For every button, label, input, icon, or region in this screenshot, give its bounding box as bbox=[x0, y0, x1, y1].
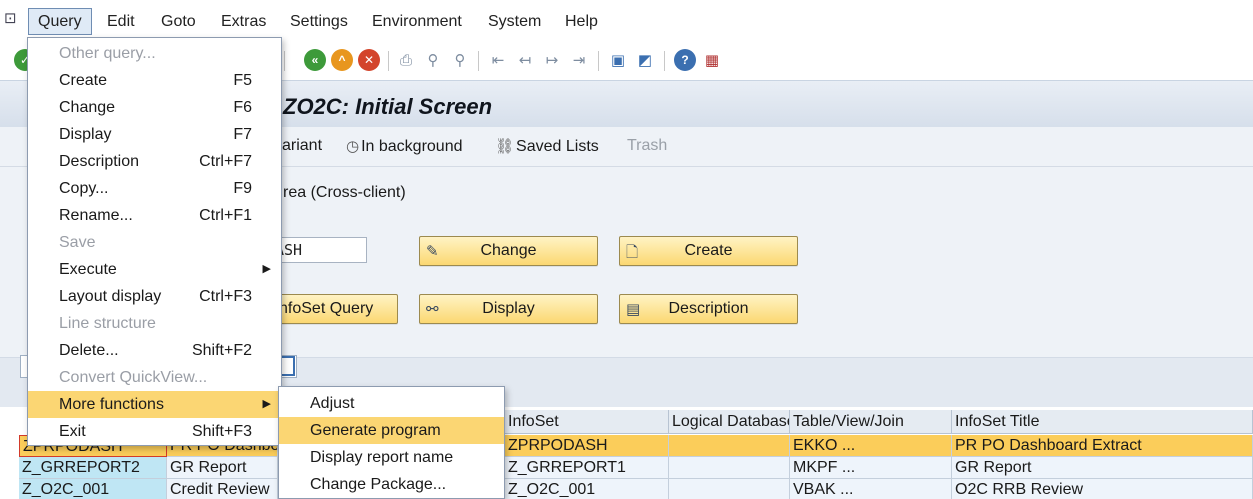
toolbar-separator bbox=[478, 51, 479, 71]
next-page-icon[interactable]: ↦ bbox=[542, 49, 562, 71]
menu-bar: ⊡ Query Edit Goto Extras Settings Enviro… bbox=[0, 0, 1253, 42]
clock-icon: ◷ bbox=[346, 138, 360, 155]
table-view-join-cell: EKKO ... bbox=[790, 435, 952, 457]
in-background-label: In background bbox=[361, 138, 463, 155]
menu-item-convert-quickview[interactable]: Convert QuickView... bbox=[28, 364, 281, 391]
submenu-arrow-icon: ▶ bbox=[262, 398, 271, 410]
last-page-icon[interactable]: ⇥ bbox=[569, 49, 589, 71]
menu-query[interactable]: Query bbox=[28, 8, 92, 35]
saved-lists-label: Saved Lists bbox=[516, 138, 599, 155]
menu-item-display[interactable]: Display F7 bbox=[28, 121, 281, 148]
menu-item-delete[interactable]: Delete... Shift+F2 bbox=[28, 337, 281, 364]
exit-icon[interactable]: ^ bbox=[331, 49, 353, 71]
menu-help[interactable]: Help bbox=[556, 8, 607, 35]
query-title-cell: GR Report bbox=[167, 457, 278, 479]
display-button-label: Display bbox=[482, 300, 535, 317]
print-icon[interactable]: ⎙ bbox=[396, 49, 416, 71]
description-button-label: Description bbox=[668, 300, 749, 317]
page-title: ZO2C: Initial Screen bbox=[283, 94, 493, 119]
system-menu-icon[interactable]: ⊡ bbox=[4, 10, 24, 28]
change-button[interactable]: ✎ Change bbox=[419, 236, 598, 266]
column-header-logical-database[interactable]: Logical Database bbox=[669, 410, 790, 434]
infoset-title-cell: PR PO Dashboard Extract bbox=[952, 435, 1253, 457]
table-view-join-cell: MKPF ... bbox=[790, 457, 952, 479]
menu-item-line-structure[interactable]: Line structure bbox=[28, 310, 281, 337]
column-header-table-view-join[interactable]: Table/View/Join bbox=[790, 410, 952, 434]
menu-item-more-functions[interactable]: More functions ▶ bbox=[28, 391, 281, 418]
with-variant-button[interactable]: ariant bbox=[282, 137, 322, 155]
find-icon[interactable]: ⚲ bbox=[423, 49, 443, 71]
help-icon[interactable]: ? bbox=[674, 49, 696, 71]
pencil-icon: ✎ bbox=[426, 243, 439, 260]
query-menu-dropdown: Other query... Create F5 Change F6 Display… bbox=[27, 37, 282, 446]
logical-database-cell bbox=[669, 435, 790, 457]
new-session-icon[interactable]: ▣ bbox=[608, 49, 628, 71]
logical-database-cell bbox=[669, 479, 790, 499]
saved-lists-icon: ⛓ bbox=[495, 138, 515, 155]
previous-page-icon[interactable]: ↤ bbox=[515, 49, 535, 71]
menu-item-rename[interactable]: Rename... Ctrl+F1 bbox=[28, 202, 281, 229]
menu-item-copy[interactable]: Copy... F9 bbox=[28, 175, 281, 202]
infoset-query-label: nfoSet Query bbox=[279, 300, 374, 317]
menu-goto[interactable]: Goto bbox=[152, 8, 205, 35]
menu-extras[interactable]: Extras bbox=[212, 8, 275, 35]
shortcut-icon[interactable]: ◩ bbox=[635, 49, 655, 71]
infoset-query-button[interactable]: nfoSet Query bbox=[268, 294, 398, 324]
infoset-title-cell: GR Report bbox=[952, 457, 1253, 479]
menu-item-save[interactable]: Save bbox=[28, 229, 281, 256]
toolbar-separator bbox=[388, 51, 389, 71]
create-button[interactable]: 🗋 Create bbox=[619, 236, 798, 266]
menu-item-layout-display[interactable]: Layout display Ctrl+F3 bbox=[28, 283, 281, 310]
more-functions-submenu: Adjust Generate program Display report n… bbox=[278, 386, 505, 499]
menu-item-create[interactable]: Create F5 bbox=[28, 67, 281, 94]
saved-lists-button[interactable]: ⛓ Saved Lists bbox=[495, 137, 599, 156]
column-header-infoset-title[interactable]: InfoSet Title bbox=[952, 410, 1253, 434]
cancel-icon[interactable]: ✕ bbox=[358, 49, 380, 71]
submenu-item-display-report-name[interactable]: Display report name bbox=[279, 444, 504, 471]
menu-item-other-query[interactable]: Other query... bbox=[28, 40, 281, 67]
infoset-cell: Z_GRREPORT1 bbox=[505, 457, 669, 479]
toolbar-separator bbox=[598, 51, 599, 71]
column-header-infoset[interactable]: InfoSet bbox=[505, 410, 669, 434]
infoset-cell: ZPRPODASH bbox=[505, 435, 669, 457]
in-background-button[interactable]: ◷ In background bbox=[346, 137, 463, 156]
menu-system[interactable]: System bbox=[479, 8, 550, 35]
menu-edit[interactable]: Edit bbox=[98, 8, 144, 35]
customize-layout-icon[interactable]: ▦ bbox=[702, 49, 722, 71]
variant-label: ariant bbox=[282, 137, 323, 154]
find-next-icon[interactable]: ⚲ bbox=[450, 49, 470, 71]
create-button-label: Create bbox=[684, 242, 733, 259]
new-document-icon: 🗋 bbox=[626, 244, 639, 261]
glasses-icon: ⚯ bbox=[426, 301, 439, 318]
table-view-join-cell: VBAK ... bbox=[790, 479, 952, 499]
back-icon[interactable]: « bbox=[304, 49, 326, 71]
display-button[interactable]: ⚯ Display bbox=[419, 294, 598, 324]
menu-settings[interactable]: Settings bbox=[281, 8, 357, 35]
description-icon: ▤ bbox=[626, 301, 641, 318]
toolbar-separator bbox=[284, 51, 285, 71]
toolbar-separator bbox=[664, 51, 665, 71]
trash-button[interactable]: Trash bbox=[627, 137, 667, 155]
logical-database-cell bbox=[669, 457, 790, 479]
query-title-cell: Credit Review bbox=[167, 479, 278, 499]
infoset-cell: Z_O2C_001 bbox=[505, 479, 669, 499]
query-input[interactable]: ASH bbox=[270, 237, 367, 263]
menu-item-execute[interactable]: Execute ▶ bbox=[28, 256, 281, 283]
change-button-label: Change bbox=[480, 242, 537, 259]
menu-environment[interactable]: Environment bbox=[363, 8, 471, 35]
infoset-title-cell: O2C RRB Review bbox=[952, 479, 1253, 499]
query-name-cell[interactable]: Z_O2C_001 bbox=[19, 479, 167, 499]
query-name-cell[interactable]: Z_GRREPORT2 bbox=[19, 457, 167, 479]
submenu-item-generate-program[interactable]: Generate program bbox=[279, 417, 504, 444]
menu-item-description[interactable]: Description Ctrl+F7 bbox=[28, 148, 281, 175]
submenu-arrow-icon: ▶ bbox=[262, 263, 271, 275]
submenu-item-change-package[interactable]: Change Package... bbox=[279, 471, 504, 498]
menu-item-change[interactable]: Change F6 bbox=[28, 94, 281, 121]
first-page-icon[interactable]: ⇤ bbox=[488, 49, 508, 71]
submenu-item-adjust[interactable]: Adjust bbox=[279, 390, 504, 417]
description-button[interactable]: ▤ Description bbox=[619, 294, 798, 324]
menu-item-exit[interactable]: Exit Shift+F3 bbox=[28, 418, 281, 445]
query-area-label: rea (Cross-client) bbox=[283, 184, 406, 201]
